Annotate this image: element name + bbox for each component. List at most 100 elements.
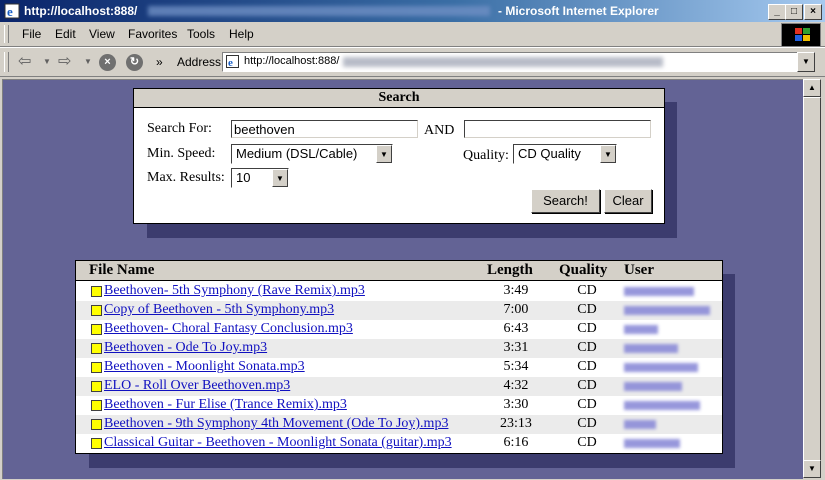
file-quality: CD (577, 416, 597, 431)
user-link[interactable] (624, 420, 656, 429)
chevron-down-icon[interactable]: ▼ (600, 145, 616, 163)
address-toolbar: ⇦ ▼ ⇨ ▼ × ↻ » Address e http://localhost… (0, 47, 825, 77)
address-input[interactable]: e http://localhost:888/ (222, 52, 808, 72)
file-length: 6:16 (503, 435, 529, 450)
menu-file[interactable]: File (22, 27, 41, 41)
toolbar-grip[interactable] (4, 52, 9, 72)
table-row: Beethoven- 5th Symphony (Rave Remix).mp3… (76, 282, 722, 301)
table-row: Beethoven - 9th Symphony 4th Movement (O… (76, 415, 722, 434)
user-link[interactable] (624, 439, 680, 448)
internet-explorer-icon: e (4, 3, 20, 19)
close-button[interactable]: × (804, 4, 822, 20)
table-row: Beethoven- Choral Fantasy Conclusion.mp3… (76, 320, 722, 339)
results-table: File Name Length Quality User Beethoven-… (75, 260, 723, 454)
menu-view[interactable]: View (89, 27, 115, 41)
forward-dropdown-icon[interactable]: ▼ (84, 52, 92, 72)
file-marker-icon (91, 305, 102, 316)
address-url: http://localhost:888/ (244, 55, 340, 67)
svg-text:e: e (7, 4, 13, 19)
user-link[interactable] (624, 363, 698, 372)
page-content: Search Search For: beethoven AND Min. Sp… (2, 79, 803, 479)
scroll-thumb[interactable] (803, 97, 821, 461)
file-marker-icon (91, 438, 102, 449)
file-quality: CD (577, 359, 597, 374)
file-link[interactable]: Beethoven - Ode To Joy.mp3 (104, 340, 267, 356)
maximize-button[interactable]: □ (785, 4, 803, 20)
file-marker-icon (91, 362, 102, 373)
address-label: Address (177, 55, 222, 69)
back-arrow-icon[interactable]: ⇦ (18, 52, 31, 72)
refresh-icon[interactable]: ↻ (126, 54, 143, 71)
file-length: 23:13 (500, 416, 532, 431)
minimize-button[interactable]: _ (768, 4, 786, 20)
file-link[interactable]: Beethoven - Moonlight Sonata.mp3 (104, 359, 305, 375)
forward-arrow-icon[interactable]: ⇨ (58, 52, 71, 72)
menu-tools[interactable]: Tools (187, 27, 215, 41)
file-length: 5:34 (503, 359, 529, 374)
file-quality: CD (577, 340, 597, 355)
file-link[interactable]: Beethoven - Fur Elise (Trance Remix).mp3 (104, 397, 347, 413)
max-results-label: Max. Results: (147, 170, 225, 185)
user-link[interactable] (624, 344, 678, 353)
file-link[interactable]: Beethoven- 5th Symphony (Rave Remix).mp3 (104, 283, 365, 299)
scroll-up-icon[interactable]: ▲ (803, 79, 821, 97)
quality-select[interactable]: CD Quality ▼ (513, 144, 617, 164)
stop-icon[interactable]: × (99, 54, 116, 71)
window-title-url: http://localhost:888/ (24, 4, 138, 18)
quality-label: Quality: (463, 148, 509, 163)
file-link[interactable]: Beethoven- Choral Fantasy Conclusion.mp3 (104, 321, 353, 337)
file-marker-icon (91, 343, 102, 354)
file-marker-icon (91, 400, 102, 411)
user-link[interactable] (624, 401, 700, 410)
results-header: File Name Length Quality User (76, 261, 722, 281)
search-panel-title: Search (134, 89, 664, 108)
back-dropdown-icon[interactable]: ▼ (43, 52, 51, 72)
scroll-down-icon[interactable]: ▼ (803, 460, 821, 478)
chevron-down-icon[interactable]: ▼ (376, 145, 392, 163)
user-link[interactable] (624, 306, 710, 315)
menu-edit[interactable]: Edit (55, 27, 76, 41)
clear-button[interactable]: Clear (604, 189, 652, 213)
search-for-label: Search For: (147, 121, 212, 136)
file-link[interactable]: ELO - Roll Over Beethoven.mp3 (104, 378, 290, 394)
windows-logo-icon (781, 23, 821, 47)
vertical-scrollbar[interactable]: ▲ ▼ (803, 79, 821, 478)
and-input[interactable] (464, 120, 651, 138)
user-link[interactable] (624, 325, 658, 334)
page-icon: e (226, 55, 239, 68)
table-row: Beethoven - Fur Elise (Trance Remix).mp3… (76, 396, 722, 415)
file-length: 3:49 (503, 283, 529, 298)
menu-bar: File Edit View Favorites Tools Help (0, 22, 825, 47)
window-title-app: - Microsoft Internet Explorer (498, 4, 659, 18)
search-for-input[interactable]: beethoven (231, 120, 418, 138)
file-link[interactable]: Copy of Beethoven - 5th Symphony.mp3 (104, 302, 334, 318)
and-label: AND (424, 123, 455, 138)
address-dropdown-icon[interactable]: ▼ (797, 52, 815, 72)
table-row: Beethoven - Ode To Joy.mp3 3:31 CD (76, 339, 722, 358)
chevron-down-icon[interactable]: ▼ (272, 169, 288, 187)
menu-grip[interactable] (4, 25, 9, 43)
file-marker-icon (91, 286, 102, 297)
file-link[interactable]: Beethoven - 9th Symphony 4th Movement (O… (104, 416, 448, 432)
menu-favorites[interactable]: Favorites (128, 27, 177, 41)
file-link[interactable]: Classical Guitar - Beethoven - Moonlight… (104, 435, 452, 451)
toolbar-chevron[interactable]: » (156, 52, 163, 72)
search-panel: Search Search For: beethoven AND Min. Sp… (133, 88, 665, 224)
file-marker-icon (91, 381, 102, 392)
file-length: 6:43 (503, 321, 529, 336)
search-button[interactable]: Search! (531, 189, 600, 213)
quality-value: CD Quality (518, 146, 581, 161)
svg-text:e: e (228, 57, 233, 68)
max-results-select[interactable]: 10 ▼ (231, 168, 289, 188)
min-speed-select[interactable]: Medium (DSL/Cable) ▼ (231, 144, 393, 164)
file-quality: CD (577, 302, 597, 317)
menu-help[interactable]: Help (229, 27, 254, 41)
file-quality: CD (577, 321, 597, 336)
min-speed-value: Medium (DSL/Cable) (236, 146, 358, 161)
max-results-value: 10 (236, 170, 251, 185)
file-length: 3:30 (503, 397, 529, 412)
title-bar[interactable]: e http://localhost:888/ - Microsoft Inte… (0, 0, 825, 22)
user-link[interactable] (624, 287, 694, 296)
redacted-address-text (343, 57, 663, 67)
user-link[interactable] (624, 382, 682, 391)
